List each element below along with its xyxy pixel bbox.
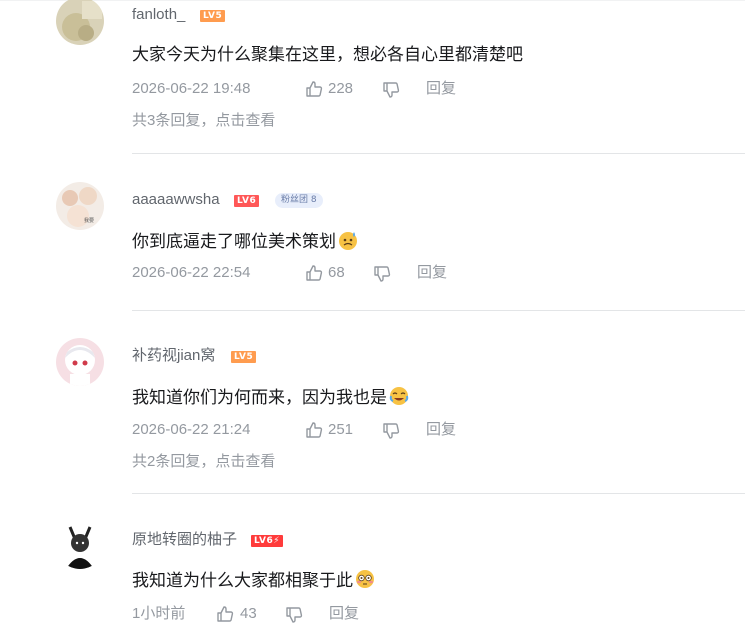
username[interactable]: aaaaawwsha [132,191,220,209]
comment-item: 补药视jian窝 LV5 我知道你们为何而来，因为我也是 2026-06-22 … [0,311,745,494]
avatar[interactable]: 我要 [56,182,104,230]
level-badge: LV5 [231,351,257,363]
level-badge: LV6 [234,195,260,207]
thumb-up-icon[interactable] [305,264,323,282]
reply-button[interactable]: 回复 [417,264,447,282]
like-count: 251 [328,421,354,438]
avatar-image [56,0,104,45]
comment-time: 1小时前 [132,605,186,622]
thumb-up-icon[interactable] [305,80,323,98]
thumb-down-icon[interactable] [373,265,391,283]
comment-time: 2026-06-22 19:48 [132,80,251,97]
reply-button[interactable]: 回复 [329,605,359,623]
thumb-down-icon[interactable] [382,81,400,99]
comment-text-body: 我知道你们为何而来，因为我也是 [132,388,387,407]
avatar-image [56,521,104,569]
comment-item: 原地转圈的柚子 LV6⚡ 我知道为什么大家都相聚于此 1小时前 43 回复 [0,494,745,643]
avatar-image [56,338,104,386]
comment-item: 我要 aaaaawwsha LV6 粉丝团 8 你到底逼走了哪位美术策划 202… [0,154,745,311]
comment-time: 2026-06-22 22:54 [132,264,251,281]
username[interactable]: 补药视jian窝 [132,347,215,365]
like-count: 228 [328,80,354,97]
avatar[interactable] [56,0,104,45]
view-replies-link[interactable]: 共2条回复，点击查看 [132,453,275,471]
fan-group-badge: 粉丝团 8 [275,193,323,208]
avatar[interactable] [56,521,104,569]
like-count: 68 [328,264,345,281]
comment-text: 大家今天为什么聚集在这里，想必各自心里都清楚吧 [132,45,523,64]
reply-button[interactable]: 回复 [426,80,456,98]
like-count: 43 [240,605,257,622]
comment-text: 我知道为什么大家都相聚于此 [132,568,376,592]
comment-text: 我知道你们为何而来，因为我也是 [132,385,410,409]
svg-text:我要: 我要 [84,217,94,224]
crying-laugh-emoji-icon [389,387,409,405]
blushing-emoji-icon [356,570,374,588]
comment-text-body: 我知道为什么大家都相聚于此 [132,571,353,590]
avatar-image: 我要 [56,182,104,230]
username[interactable]: fanloth_ [132,6,185,24]
level-badge: LV5 [200,10,226,22]
comment-meta: 2026-06-22 21:24 251 回复 [132,421,552,441]
thumb-down-icon[interactable] [285,606,303,624]
comment-text: 你到底逼走了哪位美术策划 [132,229,359,253]
thumb-down-icon[interactable] [382,422,400,440]
comment-meta: 2026-06-22 19:48 228 回复 [132,80,552,100]
level-badge: LV6⚡ [251,535,284,547]
comment-time: 2026-06-22 21:24 [132,421,251,438]
reply-button[interactable]: 回复 [426,421,456,439]
comment-meta: 2026-06-22 22:54 68 回复 [132,264,552,284]
username[interactable]: 原地转圈的柚子 [132,531,237,549]
avatar[interactable] [56,338,104,386]
comment-item: fanloth_ LV5 大家今天为什么聚集在这里，想必各自心里都清楚吧 202… [0,0,745,154]
view-replies-link[interactable]: 共3条回复，点击查看 [132,112,275,130]
comment-text-body: 你到底逼走了哪位美术策划 [132,232,336,251]
sweat-emoji-icon [339,232,357,250]
comment-meta: 1小时前 43 回复 [132,605,552,625]
thumb-up-icon[interactable] [305,421,323,439]
thumb-up-icon[interactable] [216,605,234,623]
